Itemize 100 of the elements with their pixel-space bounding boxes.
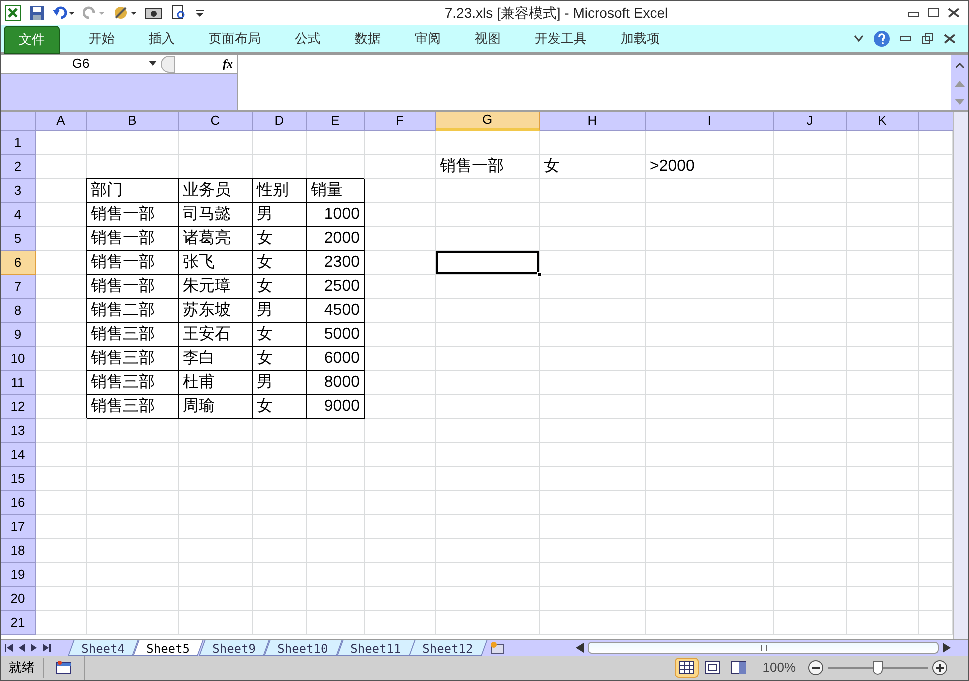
column-header[interactable]: D (253, 112, 307, 131)
row-header[interactable]: 2 (1, 155, 36, 179)
insert-function-button[interactable]: fx (175, 55, 237, 73)
close-icon[interactable] (944, 34, 956, 44)
table-cell (253, 587, 307, 611)
excel-logo-icon (5, 5, 21, 21)
row-header[interactable]: 15 (1, 467, 36, 491)
row-header[interactable]: 7 (1, 275, 36, 299)
ribbon-tab[interactable]: 开始 (72, 26, 132, 52)
last-sheet-icon[interactable] (43, 644, 51, 652)
table-cell: 女 (253, 275, 307, 299)
ribbon-tab[interactable]: 审阅 (398, 26, 458, 52)
row-header[interactable]: 13 (1, 419, 36, 443)
splitter-handle[interactable] (161, 56, 175, 72)
zoom-out-icon[interactable] (808, 660, 824, 676)
column-header[interactable]: J (774, 112, 847, 131)
ribbon-tab[interactable]: 开发工具 (518, 26, 604, 52)
collapse-ribbon-icon[interactable] (854, 34, 864, 42)
table-cell (36, 563, 87, 587)
table-cell (253, 467, 307, 491)
row-header[interactable]: 9 (1, 323, 36, 347)
column-header[interactable]: C (179, 112, 253, 131)
table-cell (847, 587, 919, 611)
ribbon-tab[interactable]: 数据 (338, 26, 398, 52)
row-header[interactable]: 19 (1, 563, 36, 587)
horizontal-scroll-thumb[interactable] (588, 642, 939, 654)
sheet-tab[interactable]: Sheet11 (336, 640, 416, 656)
table-cell (847, 323, 919, 347)
sheet-tab[interactable]: Sheet5 (133, 640, 205, 656)
expand-formula-bar-icon[interactable] (956, 63, 964, 69)
column-header[interactable]: F (365, 112, 436, 131)
scroll-left-icon[interactable] (576, 643, 584, 653)
customize-dropdown-icon[interactable] (195, 7, 205, 19)
table-cell (365, 515, 436, 539)
first-sheet-icon[interactable] (5, 644, 13, 652)
ribbon-tab[interactable]: 加载项 (604, 26, 677, 52)
scroll-right-icon[interactable] (943, 643, 951, 653)
column-header[interactable]: E (307, 112, 365, 131)
column-header[interactable]: K (847, 112, 919, 131)
row-header[interactable]: 17 (1, 515, 36, 539)
save-icon[interactable] (29, 5, 45, 21)
zoom-slider-thumb[interactable] (873, 661, 883, 675)
row-header[interactable]: 12 (1, 395, 36, 419)
row-header[interactable]: 10 (1, 347, 36, 371)
sheet-tab[interactable]: Sheet12 (409, 640, 488, 656)
row-header[interactable]: 11 (1, 371, 36, 395)
undo-icon[interactable] (53, 6, 75, 20)
next-sheet-icon[interactable] (31, 644, 37, 652)
active-cell[interactable] (436, 251, 540, 275)
sheet-tab[interactable]: Sheet4 (68, 640, 140, 656)
column-header[interactable]: B (87, 112, 179, 131)
ribbon-tab[interactable]: 公式 (278, 26, 338, 52)
minimize-icon[interactable] (900, 34, 912, 42)
row-header[interactable]: 3 (1, 179, 36, 203)
print-preview-icon[interactable] (171, 5, 187, 21)
table-cell (307, 587, 365, 611)
zoom-slider[interactable] (828, 661, 928, 675)
sheet-tab[interactable]: Sheet9 (198, 640, 270, 656)
row-header[interactable]: 16 (1, 491, 36, 515)
ribbon-tab[interactable]: 页面布局 (192, 26, 278, 52)
row-header[interactable]: 4 (1, 203, 36, 227)
row-header[interactable]: 8 (1, 299, 36, 323)
zoom-in-icon[interactable] (932, 660, 948, 676)
table-cell (365, 371, 436, 395)
ribbon-tab[interactable]: 插入 (132, 26, 192, 52)
row-header[interactable]: 5 (1, 227, 36, 251)
column-header[interactable]: G (436, 112, 540, 131)
vertical-scrollbar[interactable] (953, 112, 968, 639)
table-cell (365, 179, 436, 203)
table-cell (365, 251, 436, 275)
dropdown-arrow-icon[interactable] (149, 61, 157, 67)
maximize-icon[interactable] (928, 8, 940, 18)
help-icon[interactable] (874, 30, 890, 46)
insert-sheet-icon[interactable] (488, 641, 507, 655)
row-header[interactable]: 6 (1, 251, 36, 275)
macro-record-icon[interactable] (56, 661, 72, 675)
row-header[interactable]: 21 (1, 611, 36, 635)
formula-scrollbar[interactable] (951, 55, 968, 110)
previous-sheet-icon[interactable] (19, 644, 25, 652)
close-icon[interactable] (948, 8, 960, 18)
table-cell: 男 (253, 371, 307, 395)
row-header[interactable]: 18 (1, 539, 36, 563)
table-cell: 销量 (307, 179, 365, 203)
column-header[interactable]: I (646, 112, 774, 131)
normal-view-button[interactable] (674, 658, 699, 678)
row-header[interactable]: 14 (1, 443, 36, 467)
row-header[interactable]: 20 (1, 587, 36, 611)
file-tab[interactable]: 文件 (4, 26, 60, 54)
zoom-level[interactable]: 100% (750, 658, 808, 678)
tools-icon[interactable] (113, 5, 137, 21)
table-cell (365, 539, 436, 563)
camera-icon[interactable] (145, 6, 163, 20)
ribbon-tab[interactable]: 视图 (458, 26, 518, 52)
row-header[interactable]: 1 (1, 131, 36, 155)
column-header[interactable]: H (540, 112, 646, 131)
restore-icon[interactable] (922, 32, 934, 44)
table-cell (847, 131, 919, 155)
table-cell (847, 467, 919, 491)
sheet-tab[interactable]: Sheet10 (264, 640, 343, 656)
column-header[interactable]: A (36, 112, 87, 131)
